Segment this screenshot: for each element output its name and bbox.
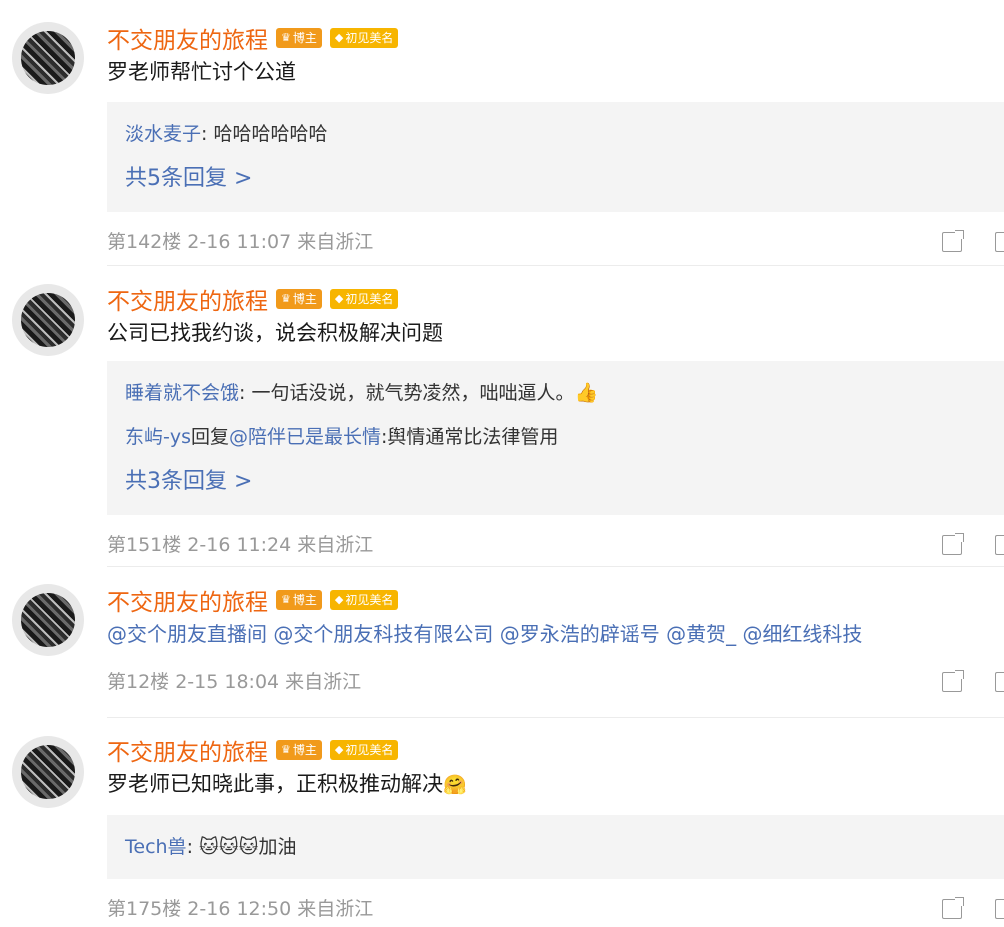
hug-emoji: 🤗 bbox=[443, 774, 467, 796]
reply-user[interactable]: 淡水麦子 bbox=[125, 123, 201, 145]
reply-mention[interactable]: @陪伴已是最长情 bbox=[229, 426, 381, 448]
reply-user[interactable]: Tech兽 bbox=[125, 836, 187, 858]
share-icon[interactable] bbox=[942, 897, 964, 919]
mention-link[interactable]: @交个朋友直播间 bbox=[107, 622, 267, 646]
comment-meta: 第12楼 2-15 18:04 来自浙江 bbox=[107, 671, 362, 693]
comment-icon[interactable] bbox=[995, 535, 1004, 555]
host-badge: ♛ 博主 bbox=[276, 289, 322, 309]
share-icon[interactable] bbox=[942, 230, 964, 252]
avatar[interactable] bbox=[12, 22, 84, 94]
comment-text: 罗老师帮忙讨个公道 bbox=[107, 60, 296, 84]
host-badge: ♛ 博主 bbox=[276, 590, 322, 610]
mention-link[interactable]: @黄贺_ bbox=[666, 622, 736, 646]
mention-link[interactable]: @细红线科技 bbox=[742, 622, 862, 646]
mention-link[interactable]: @罗永浩的辟谣号 bbox=[500, 622, 660, 646]
reply-box: 睡着就不会饿: 一句话没说，就气势凌然，咄咄逼人。👍 东屿-ys回复@陪伴已是最… bbox=[107, 361, 1004, 515]
crown-icon: ♛ bbox=[281, 292, 291, 305]
share-icon[interactable] bbox=[942, 533, 964, 555]
comment-meta: 第175楼 2-16 12:50 来自浙江 bbox=[107, 898, 374, 920]
comment-item: 不交朋友的旅程 ♛ 博主 ◆ 初见美名 罗老师已知晓此事，正积极推动解决🤗 Tech… bbox=[0, 718, 1004, 924]
comment-text: 公司已找我约谈，说会积极解决问题 bbox=[107, 321, 443, 345]
comment-icon[interactable] bbox=[995, 232, 1004, 252]
level-icon: ◆ bbox=[334, 292, 344, 305]
level-icon: ◆ bbox=[334, 31, 344, 44]
reply-box: Tech兽: 🐱🐱🐱加油 bbox=[107, 815, 1004, 879]
username[interactable]: 不交朋友的旅程 bbox=[107, 21, 268, 55]
reply-line: 淡水麦子: 哈哈哈哈哈哈 bbox=[125, 123, 328, 145]
comment-text: 罗老师已知晓此事，正积极推动解决🤗 bbox=[107, 772, 467, 796]
thumbs-up-emoji: 👍 bbox=[574, 382, 599, 404]
host-badge: ♛ 博主 bbox=[276, 28, 322, 48]
comment-item: 不交朋友的旅程 ♛ 博主 ◆ 初见美名 罗老师帮忙讨个公道 淡水麦子: 哈哈哈哈哈哈… bbox=[0, 0, 1004, 265]
reply-user[interactable]: 东屿-ys bbox=[125, 426, 191, 448]
crown-icon: ♛ bbox=[281, 743, 291, 756]
share-icon[interactable] bbox=[942, 670, 964, 692]
avatar[interactable] bbox=[12, 736, 84, 808]
fan-badge: ◆ 初见美名 bbox=[329, 740, 399, 760]
username[interactable]: 不交朋友的旅程 bbox=[107, 733, 268, 767]
reply-line: Tech兽: 🐱🐱🐱加油 bbox=[125, 836, 297, 858]
reply-line: 东屿-ys回复@陪伴已是最长情:舆情通常比法律管用 bbox=[125, 426, 559, 448]
more-replies-link[interactable]: 共5条回复 > bbox=[125, 156, 986, 202]
reply-line: 睡着就不会饿: 一句话没说，就气势凌然，咄咄逼人。👍 bbox=[125, 382, 599, 404]
avatar[interactable] bbox=[12, 284, 84, 356]
username[interactable]: 不交朋友的旅程 bbox=[107, 282, 268, 316]
fan-badge: ◆ 初见美名 bbox=[329, 289, 399, 309]
fan-badge: ◆ 初见美名 bbox=[329, 590, 399, 610]
avatar[interactable] bbox=[12, 584, 84, 656]
fan-badge: ◆ 初见美名 bbox=[329, 28, 399, 48]
comment-meta: 第142楼 2-16 11:07 来自浙江 bbox=[107, 231, 374, 253]
cat-emoji: 🐱🐱🐱 bbox=[199, 836, 259, 858]
comment-text: @交个朋友直播间 @交个朋友科技有限公司 @罗永浩的辟谣号 @黄贺_ @细红线科… bbox=[107, 618, 1004, 650]
comment-meta: 第151楼 2-16 11:24 来自浙江 bbox=[107, 534, 374, 556]
host-badge: ♛ 博主 bbox=[276, 740, 322, 760]
reply-user[interactable]: 睡着就不会饿 bbox=[125, 382, 239, 404]
more-replies-link[interactable]: 共3条回复 > bbox=[125, 459, 986, 505]
mention-link[interactable]: @交个朋友科技有限公司 bbox=[273, 622, 493, 646]
username[interactable]: 不交朋友的旅程 bbox=[107, 583, 268, 617]
comment-icon[interactable] bbox=[995, 672, 1004, 692]
comment-icon[interactable] bbox=[995, 899, 1004, 919]
reply-box: 淡水麦子: 哈哈哈哈哈哈 共5条回复 > bbox=[107, 102, 1004, 212]
comment-item: 不交朋友的旅程 ♛ 博主 ◆ 初见美名 公司已找我约谈，说会积极解决问题 睡着就不会… bbox=[0, 266, 1004, 566]
level-icon: ◆ bbox=[334, 593, 344, 606]
comment-item: 不交朋友的旅程 ♛ 博主 ◆ 初见美名 @交个朋友直播间 @交个朋友科技有限公司 @… bbox=[0, 567, 1004, 717]
level-icon: ◆ bbox=[334, 743, 344, 756]
crown-icon: ♛ bbox=[281, 31, 291, 44]
crown-icon: ♛ bbox=[281, 593, 291, 606]
